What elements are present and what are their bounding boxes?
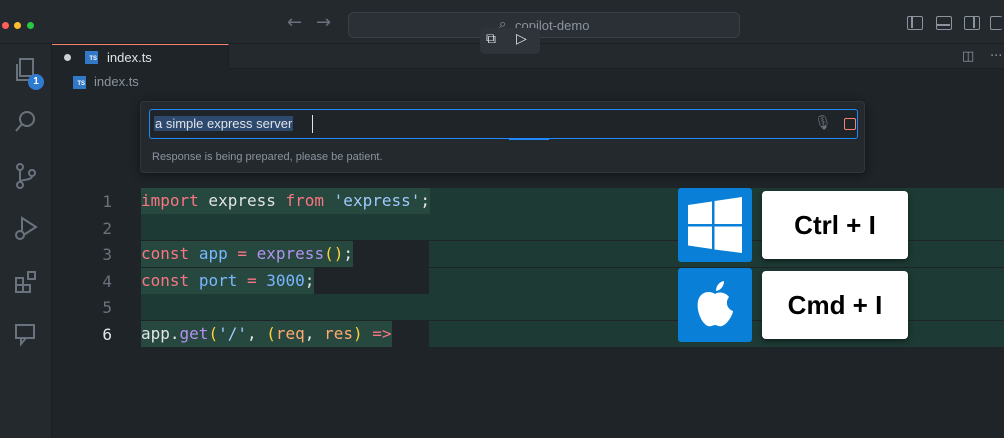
back-arrow-icon[interactable]: ← xyxy=(287,12,302,33)
tab-index-ts[interactable]: TS index.ts xyxy=(52,44,229,69)
command-center[interactable]: ⌕ copilot-demo xyxy=(348,12,740,38)
more-actions-icon[interactable]: ··· xyxy=(990,49,1002,64)
source-control-icon[interactable] xyxy=(10,162,42,194)
windows-shortcut-label: Ctrl + I xyxy=(762,191,908,259)
apple-logo-icon xyxy=(678,268,752,342)
close-window-button[interactable] xyxy=(2,22,9,29)
chat-icon[interactable] xyxy=(10,320,42,352)
text-caret xyxy=(312,115,313,133)
code-line-1[interactable]: import express from 'express'; xyxy=(141,188,431,214)
split-editor-icon[interactable]: ◫ xyxy=(962,49,974,64)
unsaved-dot-icon[interactable] xyxy=(64,54,71,61)
diff-highlight xyxy=(141,294,429,320)
explorer-badge: 1 xyxy=(28,74,44,90)
inline-chat-input[interactable]: a simple express server 🎙 xyxy=(149,109,858,139)
run-debug-icon[interactable] xyxy=(10,214,42,246)
zoom-window-button[interactable] xyxy=(27,22,34,29)
breadcrumb-file[interactable]: index.ts xyxy=(94,74,139,89)
line-number: 3 xyxy=(102,245,112,264)
code-line-4[interactable]: const port = 3000; xyxy=(141,268,315,294)
forward-arrow-icon[interactable]: → xyxy=(316,12,331,33)
progress-indicator xyxy=(509,138,549,140)
toggle-panel-icon[interactable] xyxy=(936,16,952,30)
mac-shortcut-label: Cmd + I xyxy=(762,271,908,339)
screen-capture-icon[interactable]: ⧉ xyxy=(486,31,496,47)
line-number: 2 xyxy=(102,219,112,238)
ts-file-icon: TS xyxy=(73,76,86,89)
toggle-secondary-sidebar-icon[interactable] xyxy=(964,16,980,30)
toggle-primary-sidebar-icon[interactable] xyxy=(907,16,923,30)
vscode-window: ← → ⌕ copilot-demo ⧉ ▷ 1 TS index.ts ◫ ·… xyxy=(0,0,1004,438)
floating-toolbar: ⧉ ▷ xyxy=(480,28,540,54)
microphone-icon[interactable]: 🎙 xyxy=(814,115,832,131)
line-number: 1 xyxy=(102,192,112,211)
ts-file-icon: TS xyxy=(85,51,98,64)
extensions-icon[interactable] xyxy=(10,268,42,300)
line-number: 5 xyxy=(102,298,112,317)
line-number: 4 xyxy=(102,272,112,291)
tab-label: index.ts xyxy=(107,50,152,65)
minimize-window-button[interactable] xyxy=(14,22,21,29)
search-icon[interactable] xyxy=(10,108,42,140)
windows-logo-icon xyxy=(678,188,752,262)
inline-chat-widget: a simple express server 🎙 Response is be… xyxy=(140,101,865,173)
customize-layout-icon[interactable] xyxy=(990,16,1002,30)
inline-chat-status: Response is being prepared, please be pa… xyxy=(152,151,383,163)
stop-request-button[interactable] xyxy=(844,118,856,130)
record-icon[interactable]: ▷ xyxy=(516,31,527,47)
activity-bar: 1 xyxy=(0,44,52,438)
code-line-6[interactable]: app.get('/', (req, res) => xyxy=(141,321,392,347)
diff-highlight xyxy=(141,214,429,240)
line-number-active: 6 xyxy=(102,325,112,344)
code-line-3[interactable]: const app = express(); xyxy=(141,241,353,267)
inline-chat-input-value: a simple express server xyxy=(154,116,294,131)
